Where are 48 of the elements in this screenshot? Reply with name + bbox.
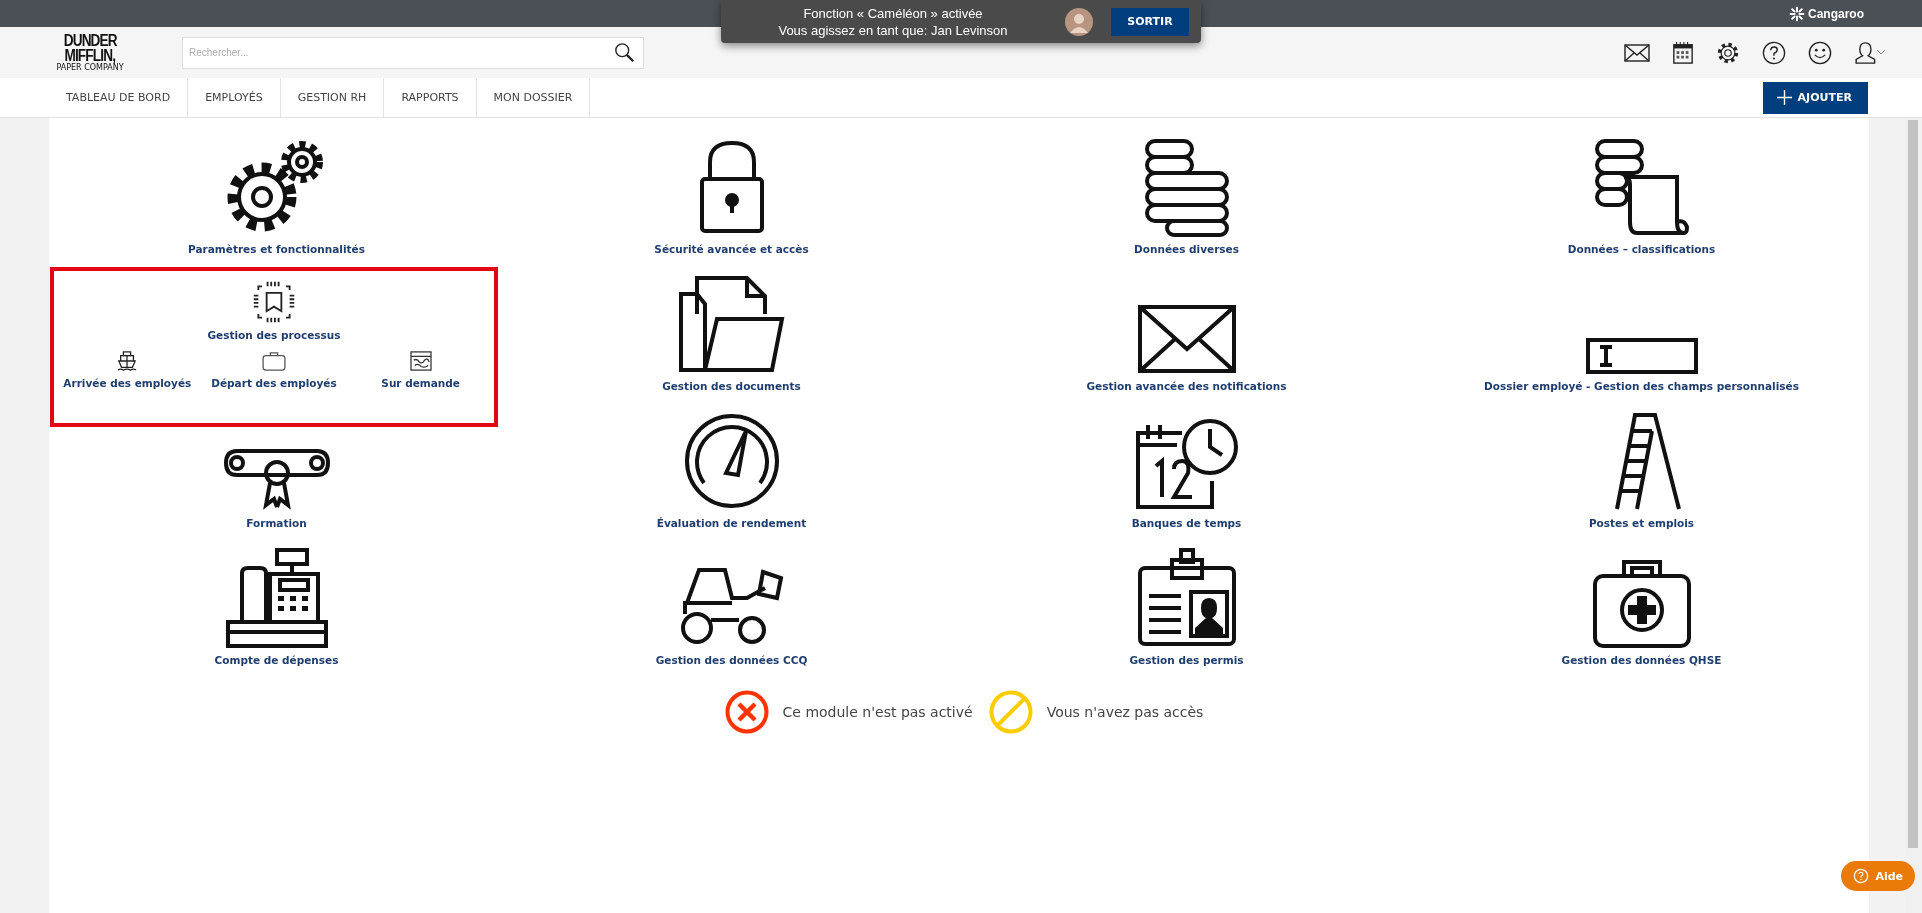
calendar-icon[interactable] — [1672, 40, 1694, 65]
text-field-icon — [1585, 338, 1698, 374]
envelope-icon — [1136, 304, 1237, 374]
ship-icon — [116, 351, 139, 371]
snowflake-icon — [1789, 5, 1805, 22]
module-link[interactable]: Gestion avancée des notifications — [1086, 380, 1287, 392]
module-link[interactable]: Gestion des données QHSE — [1561, 654, 1722, 666]
module-link[interactable]: Données diverses — [1134, 243, 1239, 255]
brand-logo[interactable]: Cangaroo — [1789, 5, 1864, 22]
add-button[interactable]: AJOUTER — [1762, 81, 1868, 114]
banner-subtitle: Vous agissez en tant que: Jan Levinson — [778, 21, 1008, 39]
module-link[interactable]: Gestion des données CCQ — [655, 654, 808, 666]
smiley-icon[interactable] — [1808, 40, 1832, 65]
module-link[interactable]: Sécurité avancée et accès — [654, 243, 809, 255]
module-link[interactable]: Gestion des permis — [1129, 654, 1244, 666]
folder-icon — [676, 274, 787, 374]
logo[interactable]: DUNDER MIFFLIN, PAPER COMPANY — [54, 33, 126, 72]
user-menu-icon[interactable] — [1854, 40, 1886, 65]
module-link[interactable]: Postes et emplois — [1588, 517, 1695, 529]
module-link[interactable]: Sur demande — [381, 377, 460, 389]
legend-text: Ce module n'est pas activé — [782, 704, 973, 720]
plus-icon — [1776, 90, 1792, 105]
module-link[interactable]: Paramètres et fonctionnalités — [188, 243, 365, 255]
banner-title: Fonction « Caméléon » activée — [803, 4, 983, 22]
id-badge-icon — [1136, 548, 1237, 648]
help-icon[interactable] — [1762, 40, 1786, 65]
search-field[interactable]: Rechercher... — [182, 36, 644, 69]
avatar-icon — [1065, 7, 1093, 36]
first-aid-kit-icon — [1591, 558, 1692, 648]
exit-button[interactable]: SORTIR — [1111, 7, 1189, 36]
module-link[interactable]: Gestion des processus — [207, 329, 341, 341]
module-link[interactable]: Compte de dépenses — [214, 654, 339, 666]
mail-icon[interactable] — [1624, 42, 1650, 63]
help-icon — [1853, 868, 1870, 884]
module-link[interactable]: Départ des employés — [211, 377, 337, 389]
module-link[interactable]: Banques de temps — [1131, 517, 1242, 529]
module-link[interactable]: Données – classifications — [1567, 243, 1716, 255]
module-link[interactable]: Évaluation de rendement — [656, 517, 807, 529]
map-icon — [409, 351, 432, 371]
search-icon — [614, 41, 636, 64]
legend-text: Vous n'avez pas accès — [1046, 704, 1204, 720]
module-link[interactable]: Formation — [246, 517, 307, 529]
chip-icon — [251, 279, 297, 325]
suitcase-icon — [262, 351, 286, 371]
module-link[interactable]: Gestion des documents — [662, 380, 801, 392]
module-link[interactable]: Arrivée des employés — [63, 377, 192, 389]
module-link[interactable]: Dossier employé - Gestion des champs personnalisés — [1484, 380, 1799, 392]
settings-icon[interactable] — [1716, 40, 1740, 65]
